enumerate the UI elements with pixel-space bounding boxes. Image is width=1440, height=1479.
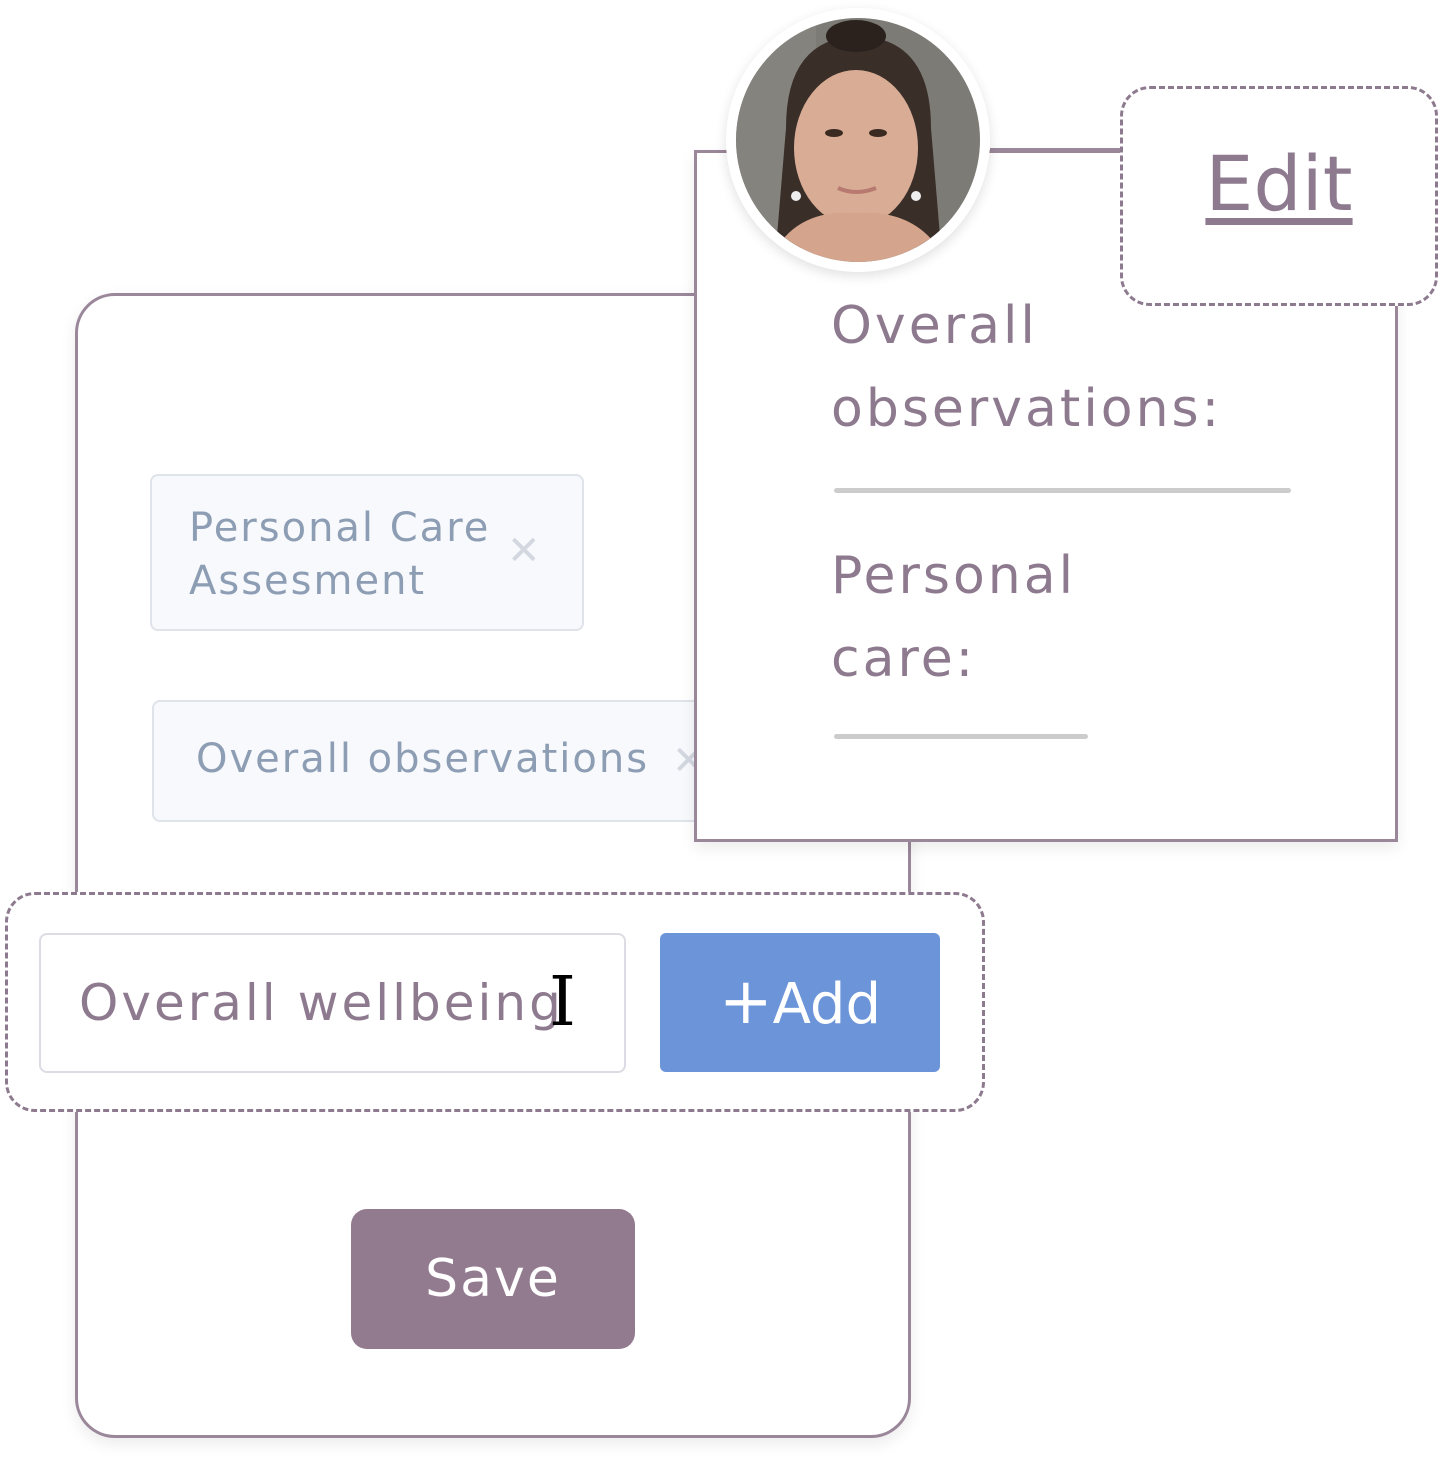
edit-box: Edit xyxy=(1120,86,1438,306)
avatar xyxy=(726,8,990,272)
field-value-line xyxy=(834,734,1088,739)
tag-overall-observations: Overall observations ✕ xyxy=(152,700,732,822)
label-line: observations: xyxy=(831,379,1223,439)
add-button-label: Add xyxy=(772,972,882,1037)
save-button[interactable]: Save xyxy=(351,1209,635,1349)
field-value-line xyxy=(834,488,1291,493)
connector-line xyxy=(990,148,1122,151)
tag-personal-care: Personal Care Assesment ✕ xyxy=(150,474,584,631)
tag-label: Overall observations xyxy=(196,736,650,782)
plus-icon: + xyxy=(718,965,773,1039)
close-icon[interactable]: ✕ xyxy=(507,528,543,574)
add-button[interactable]: +Add xyxy=(660,933,940,1072)
label-line: care: xyxy=(831,629,977,689)
avatar-photo xyxy=(736,18,980,262)
tag-label: Personal Care Assesment xyxy=(189,505,491,604)
field-label-personal-care: Personal care: xyxy=(831,535,1076,701)
tag-input-value: Overall wellbeing xyxy=(79,974,564,1032)
tag-input[interactable]: Overall wellbeing I xyxy=(39,933,626,1073)
label-line: Personal xyxy=(831,546,1077,606)
text-cursor-icon: I xyxy=(549,963,579,1042)
edit-link[interactable]: Edit xyxy=(1123,139,1435,228)
field-label-overall-observations: Overall observations: xyxy=(831,285,1222,451)
